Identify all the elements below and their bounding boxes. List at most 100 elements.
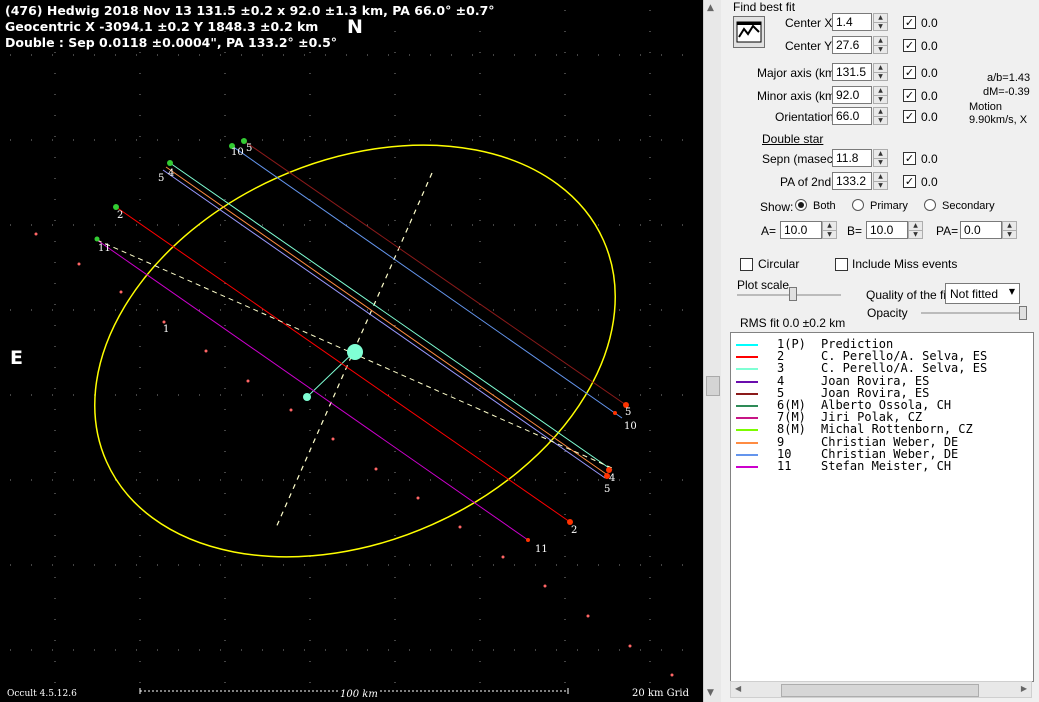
grid-ticks (10, 10, 683, 683)
b-spinner[interactable]: ▲ ▼ (908, 221, 923, 239)
major-axis-spinner[interactable]: ▲ ▼ (873, 63, 888, 81)
chord-label-2a: 2 (117, 210, 123, 221)
plot-canvas: 1 2 11 5 4 10 5 5 10 4 5 2 11 (10, 10, 683, 694)
scroll-right-icon[interactable]: ▶ (1021, 684, 1027, 693)
show-secondary-radio[interactable] (924, 199, 936, 211)
center-x-fixed: 0.0 (921, 16, 938, 30)
chord-label-5b: 5 (625, 407, 631, 418)
orientation-fixed: 0.0 (921, 110, 938, 124)
east-label: E (10, 347, 23, 369)
chord-5 (243, 140, 627, 406)
plot-vertical-scrollbar[interactable]: ▲ ▼ (703, 0, 721, 702)
opacity-label: Opacity (867, 306, 908, 320)
scroll-down-icon[interactable]: ▼ (707, 688, 714, 698)
header-line-1: (476) Hedwig 2018 Nov 13 131.5 ±0.2 x 92… (5, 3, 495, 18)
major-axis-label: Major axis (km) (757, 66, 840, 80)
legend-scroll-thumb[interactable] (781, 684, 979, 697)
center-x-checkbox[interactable]: ✓ (903, 16, 916, 29)
a-spinner[interactable]: ▲ ▼ (822, 221, 837, 239)
sepn-label: Sepn (masec) (762, 152, 837, 166)
orientation-input[interactable]: 66.0 (832, 107, 872, 125)
legend-color-swatch (736, 392, 758, 395)
header-line-2: Geocentric X -3094.1 ±0.2 Y 1848.3 ±0.2 … (5, 19, 319, 34)
prediction-center-marker (303, 393, 311, 401)
scroll-thumb[interactable] (706, 376, 720, 396)
sepn-checkbox[interactable]: ✓ (903, 152, 916, 165)
center-y-checkbox[interactable]: ✓ (903, 39, 916, 52)
legend-color-swatch (736, 368, 758, 371)
pa2-input[interactable]: 133.2 (832, 172, 872, 190)
observer-legend-list[interactable]: 1(P) Prediction 2 C. Perello/A. Selva, ES 3 C… (730, 332, 1034, 682)
circular-label: Circular (758, 257, 800, 271)
show-both-radio[interactable] (795, 199, 807, 211)
scroll-left-icon[interactable]: ◀ (735, 684, 741, 693)
show-secondary-label: Secondary (942, 200, 995, 212)
chord-4 (162, 169, 606, 479)
center-x-input[interactable]: 1.4 (832, 13, 872, 31)
center-y-input[interactable]: 27.6 (832, 36, 872, 54)
orientation-spinner[interactable]: ▲ ▼ (873, 107, 888, 125)
circular-checkbox[interactable] (740, 258, 753, 271)
pa2-spinner[interactable]: ▲ ▼ (873, 172, 888, 190)
b-input[interactable]: 10.0 (866, 221, 908, 239)
major-axis-checkbox[interactable]: ✓ (903, 66, 916, 79)
include-miss-label: Include Miss events (852, 257, 958, 271)
event-markers (94, 138, 629, 542)
show-both-label: Both (813, 200, 836, 212)
north-label: N (347, 16, 363, 38)
center-y-label: Center Y (785, 39, 833, 53)
opacity-thumb[interactable] (1019, 306, 1027, 320)
b-label: B= (847, 224, 863, 238)
minor-axis-checkbox[interactable]: ✓ (903, 89, 916, 102)
legend-color-swatch (736, 380, 758, 383)
include-miss-checkbox[interactable] (835, 258, 848, 271)
chord-label-3a: 5 (158, 173, 164, 184)
pa-label: PA= (936, 224, 959, 238)
pa-spinner[interactable]: ▲ ▼ (1002, 221, 1017, 239)
minor-axis-spinner[interactable]: ▲ ▼ (873, 86, 888, 104)
quality-dropdown[interactable]: Not fitted ▼ (945, 283, 1020, 304)
sepn-input[interactable]: 11.8 (832, 149, 872, 167)
chord-9 (165, 166, 610, 477)
chevron-down-icon: ▼ (1008, 287, 1015, 296)
chord-10 (231, 145, 623, 419)
center-x-spinner[interactable]: ▲ ▼ (873, 13, 888, 31)
chord-label-10a: 10 (231, 147, 244, 158)
pa2-checkbox[interactable]: ✓ (903, 175, 916, 188)
legend-color-swatch (736, 441, 758, 444)
legend-horizontal-scrollbar[interactable]: ◀ ▶ (730, 681, 1032, 698)
a-input[interactable]: 10.0 (780, 221, 822, 239)
legend-color-swatch (736, 466, 758, 468)
show-primary-radio[interactable] (852, 199, 864, 211)
pa2-fixed: 0.0 (921, 175, 938, 189)
show-primary-label: Primary (870, 200, 908, 212)
chord-label-1: 1 (163, 324, 169, 335)
legend-color-swatch (736, 429, 758, 432)
pa-input[interactable]: 0.0 (960, 221, 1002, 239)
find-best-fit-button[interactable] (733, 16, 765, 48)
scroll-up-icon[interactable]: ▲ (707, 3, 714, 13)
sepn-spinner[interactable]: ▲ ▼ (873, 149, 888, 167)
motion-label: Motion (969, 101, 1003, 113)
orientation-checkbox[interactable]: ✓ (903, 110, 916, 123)
legend-color-swatch (736, 417, 758, 420)
plot-scale-thumb[interactable] (789, 287, 797, 301)
opacity-track[interactable] (921, 312, 1027, 314)
center-y-spinner[interactable]: ▲ ▼ (873, 36, 888, 54)
legend-color-swatch (736, 453, 758, 456)
ellipse-center-marker (347, 344, 363, 360)
header-line-3: Double : Sep 0.0118 ±0.0004", PA 133.2° … (5, 35, 338, 50)
chord-label-5a: 5 (246, 143, 252, 154)
chord-3 (169, 162, 613, 471)
motion-value: 9.90km/s, X (969, 114, 1028, 126)
quality-label: Quality of the fit (866, 288, 950, 302)
minor-axis-input[interactable]: 92.0 (832, 86, 872, 104)
minor-axis-label: Minor axis (km) (757, 89, 840, 103)
chord-label-5c: 5 (604, 484, 610, 495)
major-axis-input[interactable]: 131.5 (832, 63, 872, 81)
occultation-plot[interactable]: 1 2 11 5 4 10 5 5 10 4 5 2 11 (476) Hedw… (0, 0, 703, 702)
legend-text: 11 Stefan Meister, CH (777, 459, 951, 473)
chord-label-11a: 11 (98, 243, 111, 254)
legend-color-swatch (736, 405, 758, 407)
dm-value: dM=-0.39 (983, 86, 1030, 98)
